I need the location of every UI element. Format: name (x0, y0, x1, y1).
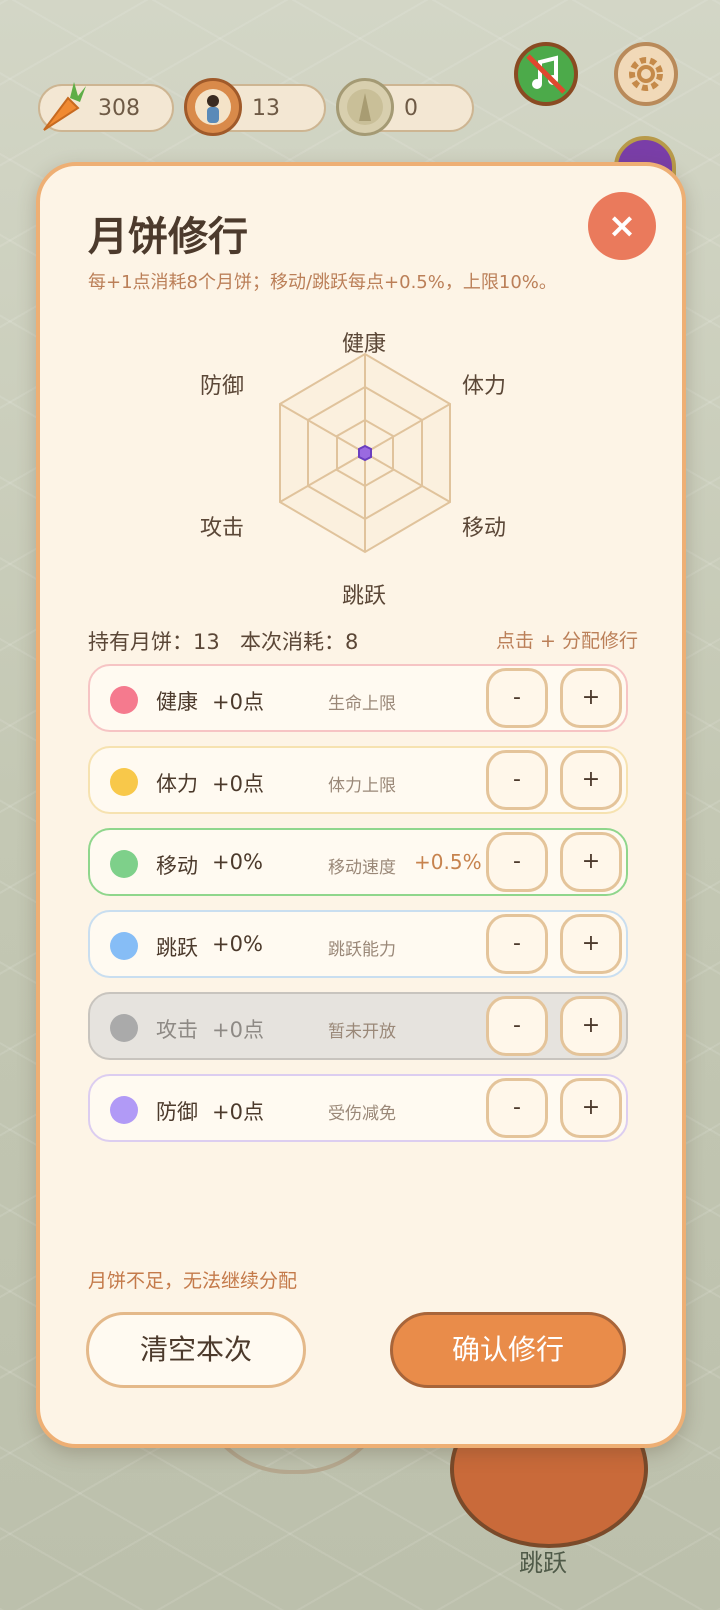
stat-color-dot (110, 686, 138, 714)
confirm-button[interactable]: 确认修行 (390, 1312, 626, 1388)
stat-description: 生命上限 (328, 694, 396, 714)
increase-stamina-button[interactable]: + (560, 750, 622, 810)
mooncake-cost: 本次消耗：8 (240, 630, 359, 654)
carrot-count: 308 (98, 96, 140, 121)
music-toggle-button[interactable] (514, 42, 578, 106)
radar-grid (279, 352, 451, 554)
stat-amount: +0点 (212, 772, 264, 796)
stat-color-dot (110, 768, 138, 796)
radar-chart: 健康 体力 移动 跳跃 攻击 防御 (190, 316, 540, 616)
stat-description: 跳跃能力 (328, 940, 396, 960)
stat-row-attack: 攻击 +0点 暂未开放 - + (88, 992, 628, 1060)
stat-bonus: +0.5% (414, 850, 482, 874)
stat-color-dot (110, 850, 138, 878)
dialog-title: 月饼修行 (88, 214, 248, 260)
stat-color-dot (110, 932, 138, 960)
stat-name: 防御 (156, 1100, 198, 1124)
music-muted-icon (526, 54, 566, 94)
stat-name: 跳跃 (156, 936, 198, 960)
stat-name: 健康 (156, 690, 198, 714)
stat-color-dot (110, 1096, 138, 1124)
stat-description: 移动速度 (328, 858, 396, 878)
jump-button-label: 跳跃 (519, 1549, 567, 1577)
stat-color-dot (110, 1014, 138, 1042)
gear-icon (629, 57, 663, 91)
stat-row-defense: 防御 +0点 受伤减免 - + (88, 1074, 628, 1142)
decrease-stamina-button[interactable]: - (486, 750, 548, 810)
stat-description: 暂未开放 (328, 1022, 396, 1042)
increase-move-button[interactable]: + (560, 832, 622, 892)
increase-attack-button[interactable]: + (560, 996, 622, 1056)
stat-name: 体力 (156, 772, 198, 796)
close-button[interactable]: × (588, 192, 656, 260)
radar-label-attack: 攻击 (200, 516, 245, 541)
stat-row-stamina: 体力 +0点 体力上限 - + (88, 746, 628, 814)
settings-button[interactable] (614, 42, 678, 106)
stat-row-move: 移动 +0% 移动速度 +0.5% - + (88, 828, 628, 896)
stat-row-health: 健康 +0点 生命上限 - + (88, 664, 628, 732)
stat-amount: +0点 (212, 1100, 264, 1124)
radar-label-health: 健康 (342, 332, 387, 357)
stat-name: 攻击 (156, 1018, 198, 1042)
carrot-icon (34, 78, 88, 136)
decrease-health-button[interactable]: - (486, 668, 548, 728)
stat-amount: +0点 (212, 690, 264, 714)
stat-row-jump: 跳跃 +0% 跳跃能力 - + (88, 910, 628, 978)
mooncake-icon (184, 78, 242, 136)
increase-defense-button[interactable]: + (560, 1078, 622, 1138)
allocate-hint: 点击 + 分配修行 (496, 630, 638, 652)
stat-amount: +0% (212, 932, 263, 956)
increase-health-button[interactable]: + (560, 668, 622, 728)
decrease-jump-button[interactable]: - (486, 914, 548, 974)
radar-label-move: 移动 (462, 516, 507, 541)
stat-name: 移动 (156, 854, 198, 878)
decrease-move-button[interactable]: - (486, 832, 548, 892)
stat-description: 受伤减免 (328, 1104, 396, 1124)
insufficient-warning: 月饼不足，无法继续分配 (88, 1270, 298, 1292)
decrease-attack-button[interactable]: - (486, 996, 548, 1056)
mooncake-training-dialog: 月饼修行 × 每+1点消耗8个月饼；移动/跳跃每点+0.5%，上限10%。 健康… (36, 162, 686, 1448)
decrease-defense-button[interactable]: - (486, 1078, 548, 1138)
radar-label-defense: 防御 (200, 374, 245, 399)
radar-label-stamina: 体力 (462, 374, 507, 399)
mooncake-count: 13 (252, 96, 280, 121)
coin-icon (336, 78, 394, 136)
coin-count: 0 (404, 96, 418, 121)
radar-value-shape (358, 444, 372, 462)
mooncake-held: 持有月饼：13 (88, 630, 220, 654)
dialog-subtitle: 每+1点消耗8个月饼；移动/跳跃每点+0.5%，上限10%。 (88, 272, 557, 293)
clear-button[interactable]: 清空本次 (86, 1312, 306, 1388)
stat-amount: +0% (212, 850, 263, 874)
stat-description: 体力上限 (328, 776, 396, 796)
stat-amount: +0点 (212, 1018, 264, 1042)
radar-label-jump: 跳跃 (342, 584, 387, 609)
increase-jump-button[interactable]: + (560, 914, 622, 974)
